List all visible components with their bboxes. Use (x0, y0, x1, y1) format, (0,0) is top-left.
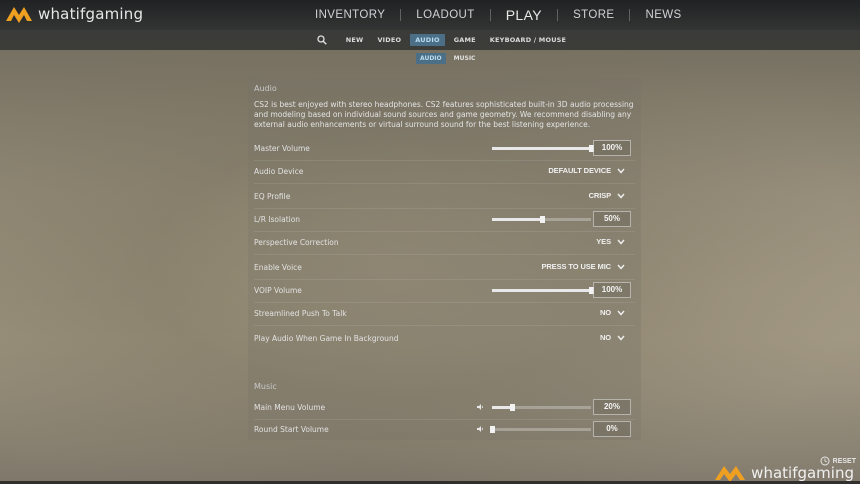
nav-news[interactable]: NEWS (630, 9, 696, 21)
audio-description: CS2 is best enjoyed with stereo headphon… (254, 100, 634, 129)
speaker-icon[interactable] (476, 403, 484, 411)
round-start-volume-slider[interactable] (490, 426, 591, 433)
tab-game[interactable]: GAME (449, 34, 481, 46)
speaker-icon[interactable] (476, 425, 484, 433)
setting-label: L/R Isolation (254, 215, 301, 224)
round-start-volume-value[interactable]: 0% (593, 421, 631, 437)
chevron-down-icon (617, 168, 625, 174)
setting-row-perspective-correction: Perspective Correction YES (254, 232, 635, 255)
tab-new[interactable]: NEW (341, 34, 369, 46)
subtab-music[interactable]: MUSIC (450, 53, 480, 64)
dropdown-value: NO (599, 333, 611, 342)
nav-inventory[interactable]: INVENTORY (300, 9, 400, 21)
setting-row-voip-volume: VOIP Volume 100% (254, 280, 635, 303)
tab-video[interactable]: VIDEO (372, 34, 406, 46)
setting-row-streamlined-push-to-talk: Streamlined Push To Talk NO (254, 303, 635, 326)
perspective-correction-dropdown[interactable]: YES (596, 237, 625, 246)
main-nav: INVENTORY LOADOUT PLAY STORE NEWS (300, 0, 697, 30)
nav-store[interactable]: STORE (558, 9, 629, 21)
setting-row-eq-profile: EQ Profile CRISP (254, 186, 635, 209)
voip-volume-slider[interactable] (492, 287, 594, 294)
master-volume-slider[interactable] (492, 145, 594, 152)
chevron-down-icon (617, 264, 625, 270)
settings-tab-bar: NEW VIDEO AUDIO GAME KEYBOARD / MOUSE (0, 30, 860, 50)
main-menu-volume-slider[interactable] (492, 404, 591, 411)
background-audio-dropdown[interactable]: NO (600, 333, 625, 342)
setting-label: VOIP Volume (254, 286, 302, 295)
music-section-title: Music (254, 382, 277, 391)
dropdown-value: PRESS TO USE MIC (541, 262, 611, 271)
setting-label: Streamlined Push To Talk (254, 309, 347, 318)
dropdown-value: NO (599, 308, 611, 317)
slider-thumb[interactable] (539, 216, 545, 223)
voip-volume-value[interactable]: 100% (593, 282, 631, 298)
dropdown-value: DEFAULT DEVICE (548, 166, 611, 175)
settings-panel: Audio CS2 is best enjoyed with stereo he… (248, 78, 641, 440)
nav-loadout[interactable]: LOADOUT (401, 9, 489, 21)
streamlined-push-to-talk-dropdown[interactable]: NO (600, 308, 625, 317)
master-volume-value[interactable]: 100% (593, 140, 631, 156)
dropdown-value: YES (596, 237, 611, 246)
slider-thumb[interactable] (490, 426, 495, 433)
chevron-down-icon (617, 335, 625, 341)
main-menu-volume-value[interactable]: 20% (593, 399, 631, 415)
audio-section-title: Audio (254, 84, 277, 93)
audio-device-dropdown[interactable]: DEFAULT DEVICE (548, 166, 625, 175)
setting-label: Audio Device (254, 167, 304, 176)
setting-label: Round Start Volume (254, 425, 329, 434)
watermark-text: whatifgaming (751, 464, 854, 482)
setting-row-main-menu-volume: Main Menu Volume 20% (254, 397, 635, 420)
setting-row-enable-voice: Enable Voice PRESS TO USE MIC (254, 257, 635, 280)
dropdown-value: CRISP (588, 191, 612, 200)
chevron-down-icon (617, 193, 625, 199)
setting-label: Play Audio When Game In Background (254, 334, 399, 343)
lr-isolation-value[interactable]: 50% (593, 211, 631, 227)
setting-row-round-start-volume: Round Start Volume 0% (254, 419, 635, 441)
tab-audio[interactable]: AUDIO (410, 34, 445, 46)
top-bar: whatifgaming INVENTORY LOADOUT PLAY STOR… (0, 0, 860, 30)
setting-row-background-audio: Play Audio When Game In Background NO (254, 328, 635, 350)
setting-row-lr-isolation: L/R Isolation 50% (254, 209, 635, 232)
setting-label: Enable Voice (254, 263, 302, 272)
setting-label: EQ Profile (254, 192, 291, 201)
tab-keyboard-mouse[interactable]: KEYBOARD / MOUSE (485, 34, 571, 46)
setting-row-master-volume: Master Volume 100% (254, 138, 635, 161)
logo: whatifgaming (4, 3, 143, 25)
enable-voice-dropdown[interactable]: PRESS TO USE MIC (541, 262, 625, 271)
lr-isolation-slider[interactable] (492, 216, 591, 223)
search-icon[interactable] (317, 35, 327, 45)
chevron-down-icon (617, 239, 625, 245)
slider-thumb[interactable] (509, 404, 515, 411)
nav-play[interactable]: PLAY (491, 7, 557, 23)
eq-profile-dropdown[interactable]: CRISP (589, 191, 625, 200)
setting-label: Master Volume (254, 144, 310, 153)
subtab-audio[interactable]: AUDIO (416, 53, 446, 64)
audio-subtabs: AUDIO MUSIC (416, 53, 479, 64)
setting-label: Main Menu Volume (254, 403, 326, 412)
setting-row-audio-device: Audio Device DEFAULT DEVICE (254, 161, 635, 184)
setting-label: Perspective Correction (254, 238, 339, 247)
brand-logo-icon (6, 7, 32, 23)
chevron-down-icon (617, 310, 625, 316)
brand-name: whatifgaming (38, 5, 144, 23)
